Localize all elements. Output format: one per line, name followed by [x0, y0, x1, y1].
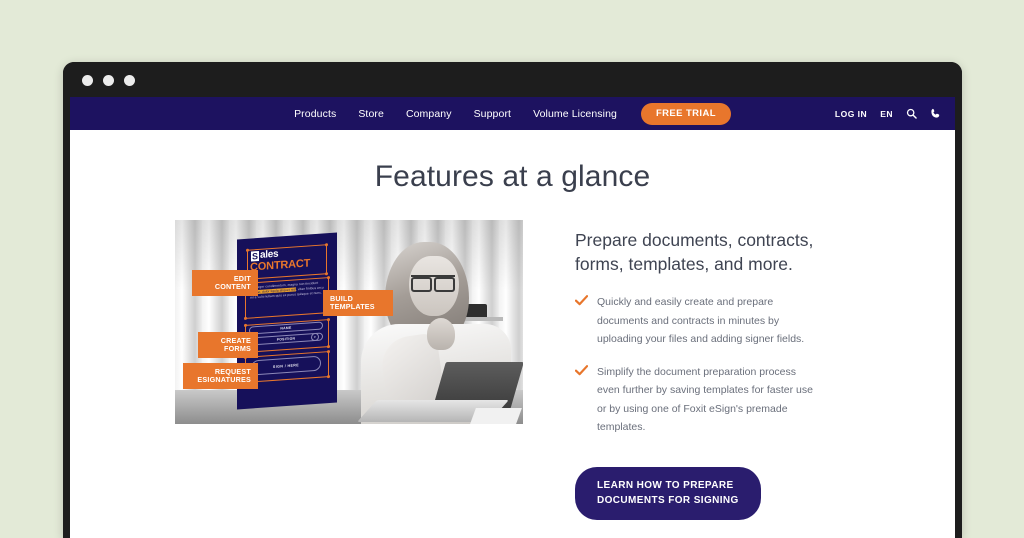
browser-titlebar	[63, 62, 962, 97]
nav-utility-links: LOG IN EN	[835, 97, 941, 130]
check-icon	[574, 295, 589, 306]
callout-create-forms: CREATE FORMS	[198, 332, 258, 358]
minimize-dot[interactable]	[103, 75, 114, 86]
site-navigation-bar: Products Store Company Support Volume Li…	[70, 97, 955, 130]
callout-create-forms-line2: FORMS	[224, 344, 251, 353]
callout-build-templates-line2: TEMPLATES	[330, 302, 375, 311]
chevron-down-icon[interactable]: ▾	[311, 332, 319, 342]
callout-request-esignatures-line2: ESIGNATURES	[197, 375, 251, 384]
feature-heading: Prepare documents, contracts, forms, tem…	[575, 230, 814, 274]
browser-window: Products Store Company Support Volume Li…	[63, 62, 962, 538]
phone-icon[interactable]	[930, 108, 941, 119]
nav-primary-links: Products Store Company Support Volume Li…	[70, 97, 955, 130]
cta-line-2: DOCUMENTS FOR SIGNING	[597, 494, 739, 506]
feature-bullet: Quickly and easily create and prepare do…	[574, 293, 815, 349]
callout-edit-content: EDIT CONTENT	[192, 270, 258, 296]
feature-illustration: S ales CONTRACT Integer condimentum, mag…	[175, 220, 523, 424]
feature-text-column: Prepare documents, contracts, forms, tem…	[574, 220, 815, 520]
cta-line-1: LEARN HOW TO PREPARE	[597, 479, 734, 491]
learn-how-to-prepare-button[interactable]: LEARN HOW TO PREPARE DOCUMENTS FOR SIGNI…	[575, 466, 761, 520]
feature-bullet-text: Simplify the document preparation proces…	[597, 365, 813, 434]
nav-item-company[interactable]: Company	[406, 108, 452, 120]
nav-item-support[interactable]: Support	[474, 108, 511, 120]
contract-logo-mark: S	[251, 250, 260, 262]
browser-viewport: Products Store Company Support Volume Li…	[70, 97, 955, 538]
glasses-icon	[411, 275, 455, 292]
callout-request-esignatures: REQUEST ESIGNATURES	[183, 363, 258, 389]
close-dot[interactable]	[82, 75, 93, 86]
free-trial-button[interactable]: FREE TRIAL	[640, 102, 731, 125]
callout-build-templates: BUILD TEMPLATES	[323, 290, 393, 316]
contract-field-name-label: NAME	[280, 325, 292, 331]
nav-item-products[interactable]: Products	[294, 108, 336, 120]
contract-signature-label: SIGN / HERE	[272, 362, 300, 369]
features-section: S ales CONTRACT Integer condimentum, mag…	[70, 220, 955, 520]
paper-stack	[470, 408, 522, 424]
feature-bullet: Simplify the document preparation proces…	[574, 363, 815, 437]
check-icon	[574, 364, 589, 376]
login-link[interactable]: LOG IN	[835, 109, 867, 119]
page-title: Features at a glance	[374, 160, 651, 193]
callout-edit-content-line2: CONTENT	[214, 282, 251, 291]
search-icon[interactable]	[906, 108, 917, 119]
maximize-dot[interactable]	[124, 75, 135, 86]
nav-item-volume-licensing[interactable]: Volume Licensing	[533, 108, 617, 120]
nav-item-store[interactable]: Store	[358, 108, 384, 120]
feature-bullet-text: Quickly and easily create and prepare do…	[597, 296, 805, 345]
contract-field-position-label: POSITION	[276, 336, 296, 342]
language-selector[interactable]: EN	[880, 109, 893, 119]
person-hand	[427, 318, 455, 350]
